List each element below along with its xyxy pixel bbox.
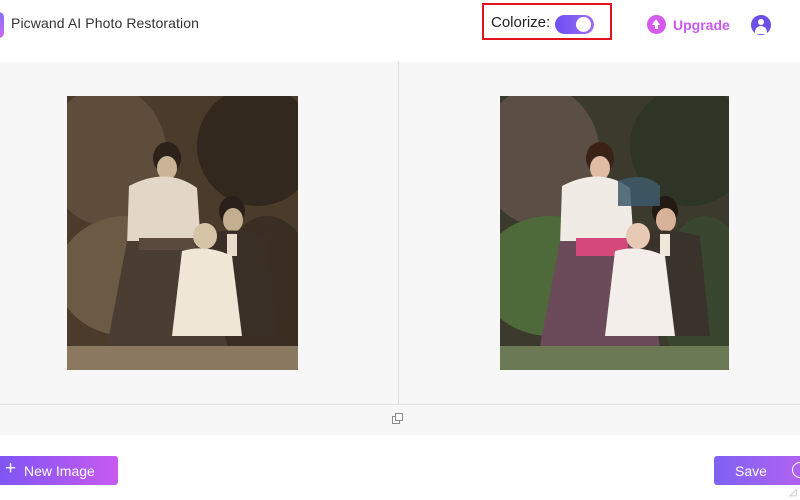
plus-icon: +	[5, 458, 17, 479]
upgrade-link[interactable]: Upgrade	[673, 17, 730, 33]
app-title: Picwand AI Photo Restoration	[11, 15, 200, 31]
top-bar: Picwand AI Photo Restoration Colorize: U…	[0, 0, 800, 50]
app-logo-icon	[0, 12, 4, 38]
save-label: Save	[735, 463, 767, 479]
compare-icon[interactable]	[392, 413, 404, 425]
colorized-photo	[500, 96, 729, 370]
new-image-button[interactable]: + New Image	[0, 456, 118, 485]
colorize-toggle[interactable]	[555, 15, 594, 34]
colorize-label: Colorize:	[491, 14, 551, 31]
original-photo	[67, 96, 298, 370]
upgrade-icon[interactable]	[647, 15, 666, 34]
resize-corner-icon: ◿	[789, 487, 797, 498]
user-icon[interactable]	[751, 15, 771, 35]
toggle-knob	[576, 17, 591, 32]
comparison-divider	[398, 62, 399, 404]
save-button[interactable]: Save	[714, 456, 800, 485]
toolbar-divider	[0, 404, 800, 405]
new-image-label: New Image	[24, 463, 95, 479]
